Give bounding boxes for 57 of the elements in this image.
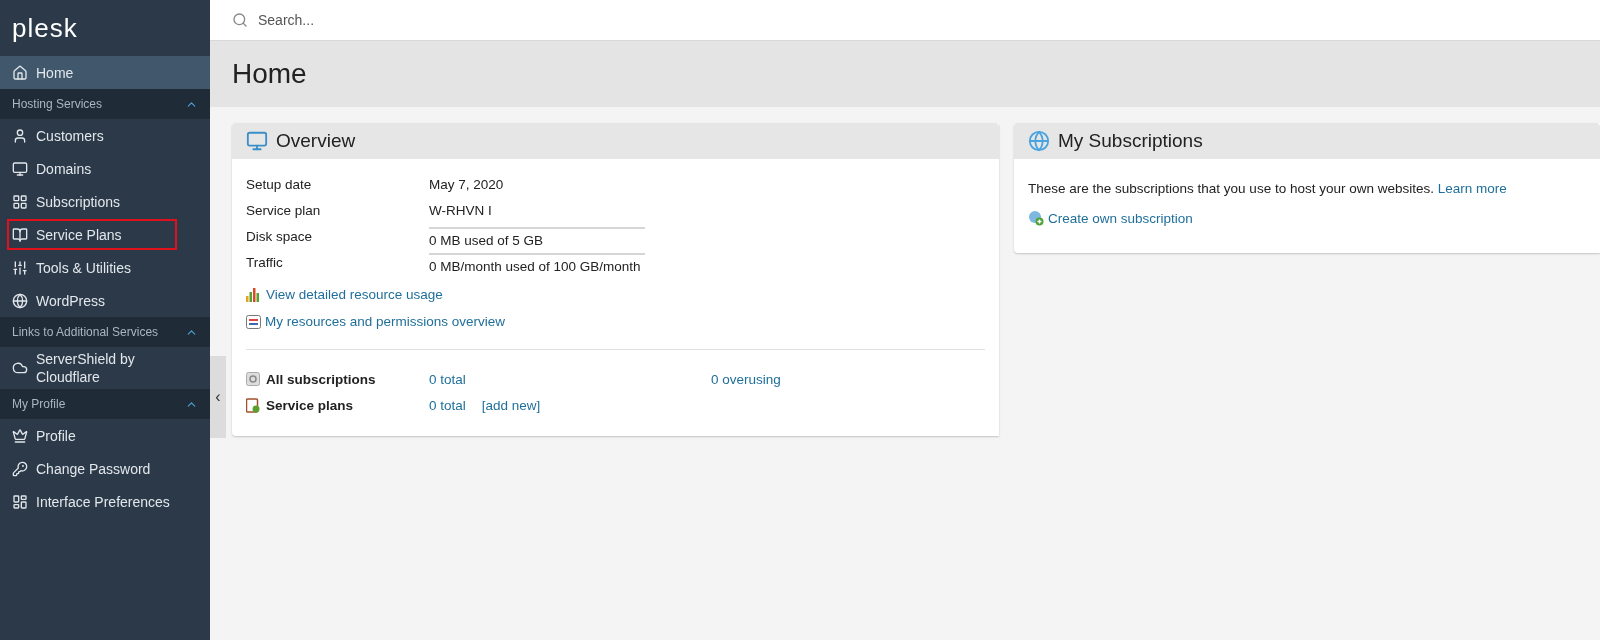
sidebar-item[interactable]: Customers: [0, 119, 210, 152]
list-icon: [246, 314, 261, 329]
sidebar-item[interactable]: WordPress: [0, 284, 210, 317]
link[interactable]: 0 total: [429, 371, 466, 387]
sidebar-item[interactable]: Subscriptions: [0, 185, 210, 218]
sidebar-item[interactable]: Service Plans: [6, 218, 178, 251]
collapse-handle[interactable]: ‹: [210, 356, 226, 438]
person-icon: [12, 127, 28, 144]
sidebar-item[interactable]: Home: [0, 56, 210, 89]
card-title: Overview: [276, 130, 356, 152]
search-icon: [232, 12, 248, 28]
create-subscription-link[interactable]: Create own subscription: [1028, 210, 1193, 226]
search-field[interactable]: Search...: [256, 11, 632, 29]
learn-more-link[interactable]: Learn more: [1437, 181, 1507, 196]
dashboard-icon: [12, 493, 28, 510]
crown-icon: [12, 427, 28, 444]
globe-plus-icon: [1028, 210, 1044, 226]
sidebar-section-header[interactable]: My Profile: [0, 389, 210, 419]
home-icon: [12, 64, 28, 81]
key-icon: [12, 460, 28, 477]
sidebar-section-header[interactable]: Hosting Services: [0, 89, 210, 119]
field-value: W-RHVN I: [429, 202, 492, 218]
globe-icon: [12, 292, 28, 309]
link[interactable]: 0 total: [429, 397, 466, 413]
sidebar-item[interactable]: Profile: [0, 419, 210, 452]
card-title: My Subscriptions: [1058, 130, 1203, 152]
cloud-icon: [12, 360, 28, 376]
description-text: These are the subscriptions that you use to host your own websites. Learn more: [1028, 181, 1508, 196]
stat-label: Service plans: [246, 397, 354, 413]
link[interactable]: [add new]: [481, 397, 541, 413]
sidebar-item[interactable]: Change Password: [0, 452, 210, 485]
field-label: Disk space: [246, 228, 313, 244]
link[interactable]: My resources and permissions overview: [246, 314, 506, 329]
field-value: May 7, 2020: [429, 176, 504, 192]
sidebar-section-header[interactable]: Links to Additional Services: [0, 317, 210, 347]
globe-icon: [1028, 130, 1050, 152]
link[interactable]: View detailed resource usage: [246, 287, 443, 302]
monitor-icon: [246, 130, 268, 152]
sidebar-item[interactable]: Domains: [0, 152, 210, 185]
link[interactable]: 0 overusing: [711, 371, 781, 387]
field-value: 0 MB used of 5 GB: [429, 232, 544, 248]
bar-chart-icon: [246, 287, 262, 302]
monitor-icon: [12, 160, 28, 177]
field-value: 0 MB/month used of 100 GB/month: [429, 258, 641, 274]
field-label: Traffic: [246, 254, 283, 270]
clipboard-icon: [246, 397, 260, 413]
grid-icon: [12, 193, 28, 210]
book-icon: [12, 226, 28, 243]
sidebar-item[interactable]: Tools & Utilities: [0, 251, 210, 284]
sidebar-item[interactable]: Interface Preferences: [0, 485, 210, 518]
page-title: Home: [232, 58, 307, 90]
logo: plesk: [11, 11, 78, 45]
sidebar-item[interactable]: ServerShield by Cloudflare: [0, 347, 210, 389]
stat-label: All subscriptions: [246, 371, 376, 387]
sliders-icon: [12, 259, 28, 276]
field-label: Service plan: [246, 202, 321, 218]
field-label: Setup date: [246, 176, 312, 192]
